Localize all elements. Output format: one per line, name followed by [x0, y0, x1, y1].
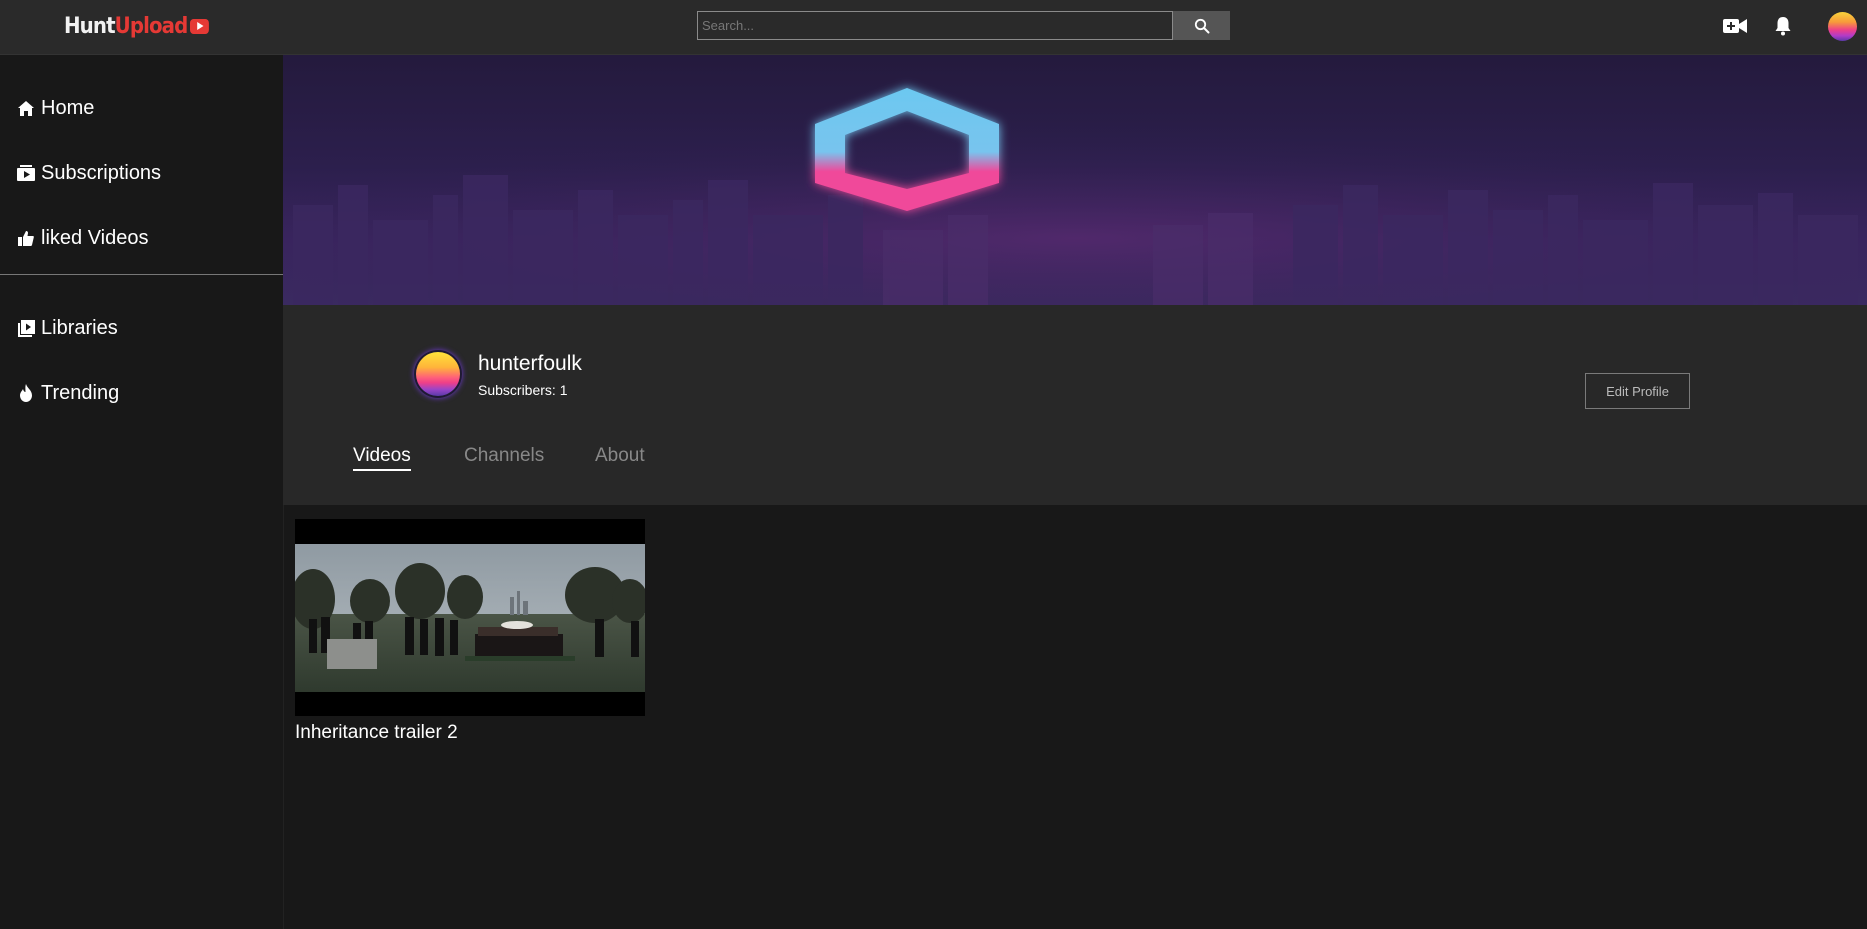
app-logo[interactable]: Hunt Upload [64, 12, 210, 40]
video-plus-icon [1723, 19, 1747, 33]
sidebar-item-liked-videos[interactable]: liked Videos [17, 224, 148, 252]
search-bar [697, 11, 1230, 40]
sidebar-item-label: liked Videos [41, 226, 149, 249]
sidebar-divider [0, 274, 283, 275]
sidebar-item-label: Subscriptions [41, 161, 162, 184]
user-avatar[interactable] [1828, 12, 1857, 41]
logo-text-upload: Upload [114, 13, 189, 39]
sidebar-item-trending[interactable]: Trending [17, 379, 119, 407]
thumbnail-image [295, 519, 645, 716]
tab-about[interactable]: About [595, 445, 645, 467]
bell-icon [1775, 17, 1791, 36]
sidebar-item-label: Trending [41, 381, 120, 404]
fire-icon [17, 384, 35, 402]
tab-channels[interactable]: Channels [464, 445, 544, 467]
edit-profile-button[interactable]: Edit Profile [1585, 373, 1690, 409]
video-card[interactable]: Inheritance trailer 2 [295, 519, 645, 744]
upload-video-button[interactable] [1722, 13, 1748, 39]
sidebar: Home Subscriptions liked Videos Librarie… [0, 55, 284, 929]
sidebar-item-label: Home [41, 96, 95, 119]
subscriber-count: Subscribers: 1 [478, 382, 568, 398]
channel-avatar[interactable] [414, 350, 462, 398]
top-bar: Hunt Upload [0, 0, 1867, 55]
sidebar-item-libraries[interactable]: Libraries [17, 314, 118, 342]
thumbs-up-icon [17, 229, 35, 247]
home-icon [17, 99, 35, 117]
tab-videos[interactable]: Videos [353, 445, 411, 471]
video-thumbnail[interactable] [295, 519, 645, 716]
notifications-button[interactable] [1770, 13, 1796, 39]
sidebar-item-label: Libraries [41, 316, 118, 339]
search-button[interactable] [1173, 11, 1230, 40]
video-title: Inheritance trailer 2 [295, 722, 458, 743]
library-icon [17, 319, 35, 337]
channel-name: hunterfoulk [478, 352, 582, 375]
search-input[interactable] [697, 11, 1173, 40]
channel-header: hunterfoulk Subscribers: 1 Edit Profile … [283, 305, 1867, 505]
sidebar-item-subscriptions[interactable]: Subscriptions [17, 159, 161, 187]
banner-art [283, 88, 1867, 305]
play-logo-icon [190, 18, 210, 34]
sunset-avatar-icon [416, 352, 460, 396]
channel-banner [283, 55, 1867, 305]
sidebar-item-home[interactable]: Home [17, 94, 94, 122]
logo-text-hunt: Hunt [64, 13, 116, 39]
search-icon [1194, 18, 1209, 33]
subscriptions-icon [17, 164, 35, 182]
